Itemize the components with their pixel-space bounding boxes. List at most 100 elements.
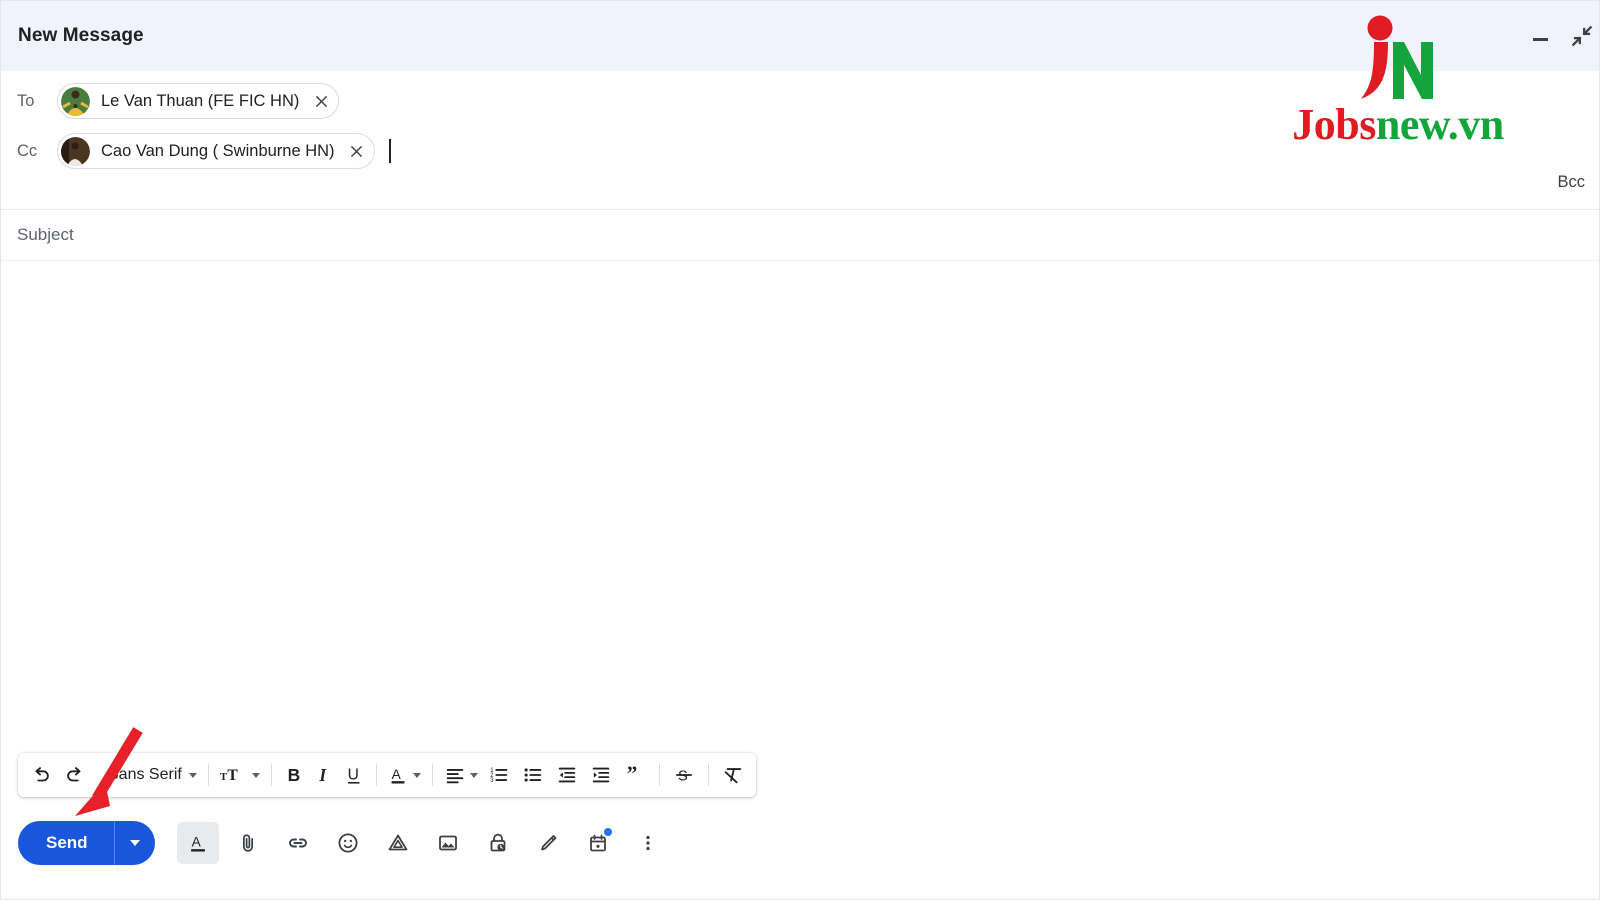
compose-window: New Message To Le Van Thuan (FE FIC HN) … xyxy=(0,0,1600,900)
more-options-button[interactable] xyxy=(627,822,669,864)
cc-field-row[interactable]: Cc Cao Van Dung ( Swinburne HN) xyxy=(1,129,1599,173)
divider xyxy=(207,764,209,786)
schedule-badge-dot xyxy=(603,828,612,836)
font-size-dropdown[interactable]: T T xyxy=(216,758,264,792)
minimize-button[interactable] xyxy=(1529,23,1555,49)
emoji-icon xyxy=(338,833,358,853)
chevron-down-icon xyxy=(412,772,421,778)
remove-formatting-icon xyxy=(724,768,742,784)
indent-decrease-icon xyxy=(558,767,576,783)
formatting-options-button[interactable]: A xyxy=(176,822,219,864)
underline-icon: U xyxy=(347,767,360,784)
font-size-icon: T T xyxy=(220,767,238,784)
subject-input[interactable]: Subject xyxy=(17,225,74,245)
remove-recipient-icon[interactable] xyxy=(344,138,370,164)
bulleted-list-button[interactable] xyxy=(516,758,550,792)
recipient-name: Cao Van Dung ( Swinburne HN) xyxy=(101,141,335,160)
align-left-icon xyxy=(446,769,464,784)
minimize-icon xyxy=(1533,38,1548,41)
insert-drive-button[interactable] xyxy=(377,822,419,864)
quote-button[interactable]: ” xyxy=(618,758,652,792)
schedule-send-button[interactable] xyxy=(577,822,619,864)
svg-text:”: ” xyxy=(627,764,638,786)
underline-button[interactable]: U xyxy=(339,758,369,792)
formatting-toolbar: Sans Serif T T B I U A 1 2 3 ” S xyxy=(18,753,756,797)
redo-icon xyxy=(67,767,81,782)
image-icon xyxy=(438,835,457,851)
send-options-button[interactable] xyxy=(115,821,155,865)
align-button[interactable] xyxy=(440,758,482,792)
svg-text:A: A xyxy=(191,835,201,850)
avatar xyxy=(61,86,90,116)
compose-header: New Message xyxy=(1,1,1599,71)
google-drive-icon xyxy=(388,834,407,851)
text-color-icon: A xyxy=(391,767,405,784)
avatar xyxy=(61,136,90,166)
cc-label: Cc xyxy=(17,141,38,160)
window-controls xyxy=(1529,23,1595,49)
confidential-mode-button[interactable] xyxy=(477,822,519,864)
divider xyxy=(658,764,660,786)
insert-link-button[interactable] xyxy=(277,822,319,864)
strikethrough-icon: S xyxy=(676,769,692,785)
to-field-row[interactable]: To Le Van Thuan (FE FIC HN) xyxy=(1,79,1599,123)
text-color-button[interactable]: A xyxy=(384,758,425,792)
divider xyxy=(375,764,377,786)
chevron-down-icon xyxy=(129,840,140,846)
italic-icon: I xyxy=(318,765,327,785)
svg-text:S: S xyxy=(678,769,688,785)
recipient-name: Le Van Thuan (FE FIC HN) xyxy=(101,91,300,110)
undo-button[interactable] xyxy=(24,758,58,792)
insert-signature-button[interactable] xyxy=(527,822,569,864)
bulleted-list-icon xyxy=(524,768,542,782)
font-family-label: Sans Serif xyxy=(108,766,182,783)
bcc-toggle[interactable]: Bcc xyxy=(1557,173,1585,192)
svg-text:3: 3 xyxy=(490,778,494,784)
numbered-list-icon: 123 xyxy=(490,768,508,784)
numbered-list-button[interactable]: 123 xyxy=(482,758,516,792)
lock-clock-icon xyxy=(490,833,505,852)
svg-text:U: U xyxy=(347,767,358,784)
svg-text:B: B xyxy=(287,765,300,785)
send-button-label: Send xyxy=(46,833,88,852)
indent-more-button[interactable] xyxy=(584,758,618,792)
redo-button[interactable] xyxy=(58,758,92,792)
divider xyxy=(707,764,709,786)
recipient-chip-to[interactable]: Le Van Thuan (FE FIC HN) xyxy=(57,83,340,119)
attach-file-button[interactable] xyxy=(227,822,269,864)
svg-text:A: A xyxy=(391,767,401,782)
svg-text:I: I xyxy=(318,765,327,785)
exit-fullscreen-button[interactable] xyxy=(1569,23,1595,49)
insert-photo-button[interactable] xyxy=(427,822,469,864)
exit-fullscreen-icon xyxy=(1571,25,1593,47)
paperclip-icon xyxy=(242,834,253,852)
page-title: New Message xyxy=(18,25,144,46)
divider xyxy=(270,764,272,786)
chevron-down-icon xyxy=(469,772,478,778)
font-family-dropdown[interactable]: Sans Serif xyxy=(104,758,201,792)
indent-less-button[interactable] xyxy=(550,758,584,792)
divider xyxy=(431,764,433,786)
message-body-input[interactable] xyxy=(1,262,1599,742)
strikethrough-button[interactable]: S xyxy=(667,758,701,792)
indent-increase-icon xyxy=(592,767,610,783)
format-text-icon: A xyxy=(190,835,205,852)
undo-icon xyxy=(35,767,49,782)
svg-text:T: T xyxy=(220,771,227,783)
svg-text:T: T xyxy=(227,767,238,784)
bold-icon: B xyxy=(287,765,300,785)
chevron-down-icon xyxy=(188,772,197,778)
italic-button[interactable]: I xyxy=(309,758,339,792)
bold-button[interactable]: B xyxy=(279,758,309,792)
send-button[interactable]: Send xyxy=(18,821,155,865)
pen-icon xyxy=(540,835,556,851)
compose-action-bar: Send A xyxy=(18,821,669,865)
remove-formatting-button[interactable] xyxy=(716,758,750,792)
recipient-chip-cc[interactable]: Cao Van Dung ( Swinburne HN) xyxy=(57,133,375,169)
to-label: To xyxy=(17,91,35,110)
quote-icon: ” xyxy=(627,764,638,786)
subject-field-row[interactable]: Subject xyxy=(1,209,1599,261)
more-vertical-icon xyxy=(645,835,650,851)
remove-recipient-icon[interactable] xyxy=(308,88,334,114)
insert-emoji-button[interactable] xyxy=(327,822,369,864)
